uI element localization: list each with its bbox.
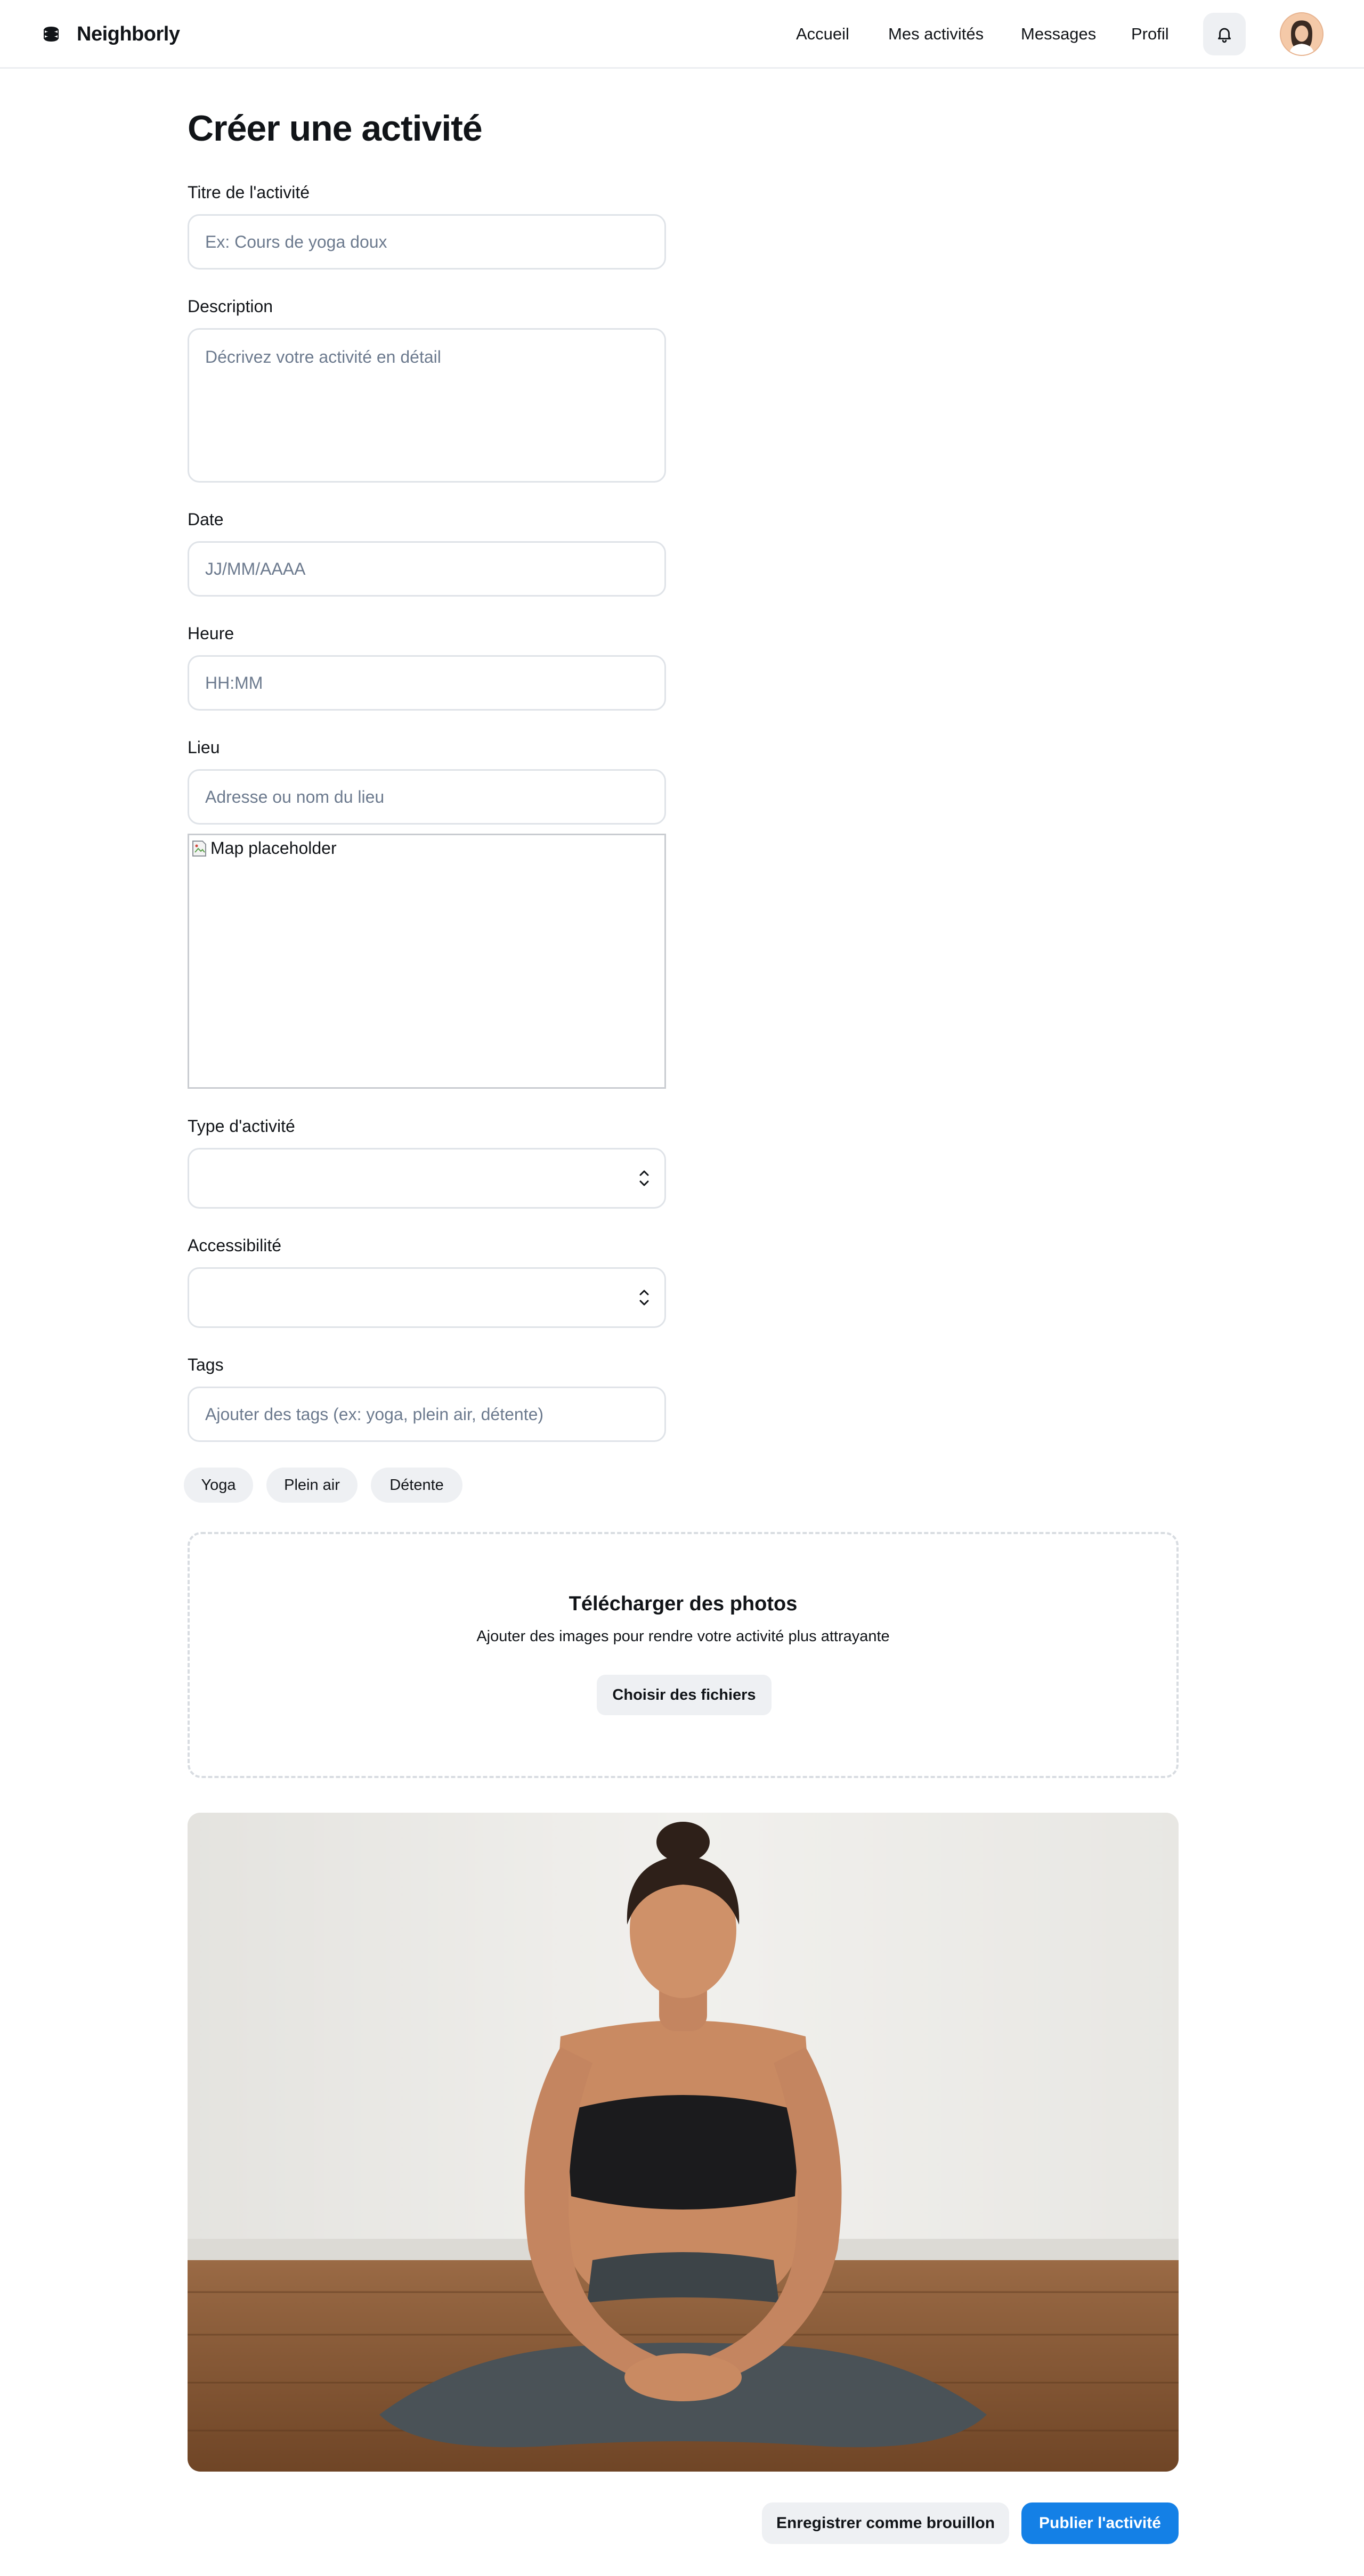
upload-title: Télécharger des photos bbox=[569, 1593, 798, 1615]
yoga-photo-image bbox=[188, 1813, 1179, 2472]
bell-icon bbox=[1217, 28, 1231, 43]
time-label: Heure bbox=[188, 624, 234, 643]
location-label: Lieu bbox=[188, 738, 220, 757]
nav-messages[interactable]: Messages bbox=[1021, 21, 1096, 47]
publish-activity-button[interactable]: Publier l'activité bbox=[1021, 2502, 1179, 2544]
description-label: Description bbox=[188, 297, 273, 316]
tags-label: Tags bbox=[188, 1355, 224, 1374]
tag-chip-detente[interactable]: Détente bbox=[371, 1468, 462, 1503]
page-title: Créer une activité bbox=[188, 108, 483, 149]
notifications-button[interactable] bbox=[1203, 13, 1246, 55]
activity-type-select[interactable] bbox=[188, 1148, 666, 1209]
map-alt-text: Map placeholder bbox=[210, 838, 337, 858]
date-input[interactable] bbox=[188, 541, 666, 597]
broken-image-icon bbox=[192, 840, 206, 857]
tag-chip-plein-air[interactable]: Plein air bbox=[266, 1468, 358, 1503]
date-label: Date bbox=[188, 510, 224, 529]
chevron-up-down-icon bbox=[639, 1290, 649, 1306]
avatar-portrait bbox=[1281, 13, 1322, 55]
neighborly-logo-icon bbox=[44, 27, 59, 42]
nav-mes-activites[interactable]: Mes activités bbox=[888, 21, 984, 47]
accessibility-select[interactable] bbox=[188, 1267, 666, 1328]
upload-subtitle: Ajouter des images pour rendre votre act… bbox=[476, 1628, 890, 1645]
uploaded-photo bbox=[188, 1813, 1179, 2472]
nav-profil[interactable]: Profil bbox=[1131, 21, 1169, 47]
choose-files-button[interactable]: Choisir des fichiers bbox=[597, 1675, 772, 1715]
map-broken-image: Map placeholder bbox=[191, 838, 337, 858]
save-draft-button[interactable]: Enregistrer comme brouillon bbox=[762, 2502, 1009, 2544]
nav-accueil[interactable]: Accueil bbox=[796, 21, 849, 47]
activity-title-label: Titre de l'activité bbox=[188, 183, 310, 202]
time-input[interactable] bbox=[188, 655, 666, 711]
tag-chip-yoga[interactable]: Yoga bbox=[184, 1468, 253, 1503]
top-navigation: Neighborly Accueil Mes activités Message… bbox=[0, 0, 1364, 69]
brand-name: Neighborly bbox=[77, 22, 180, 45]
activity-type-label: Type d'activité bbox=[188, 1116, 295, 1136]
tags-input[interactable] bbox=[188, 1387, 666, 1442]
activity-title-input[interactable] bbox=[188, 214, 666, 270]
brand[interactable]: Neighborly bbox=[42, 19, 180, 49]
location-input[interactable] bbox=[188, 769, 666, 825]
accessibility-label: Accessibilité bbox=[188, 1236, 282, 1255]
photo-upload-dropzone[interactable]: Télécharger des photos Ajouter des image… bbox=[188, 1532, 1179, 1778]
user-avatar[interactable] bbox=[1280, 12, 1324, 56]
description-textarea[interactable] bbox=[188, 328, 666, 483]
chevron-up-down-icon bbox=[639, 1170, 649, 1186]
map-preview[interactable]: Map placeholder bbox=[188, 834, 666, 1089]
